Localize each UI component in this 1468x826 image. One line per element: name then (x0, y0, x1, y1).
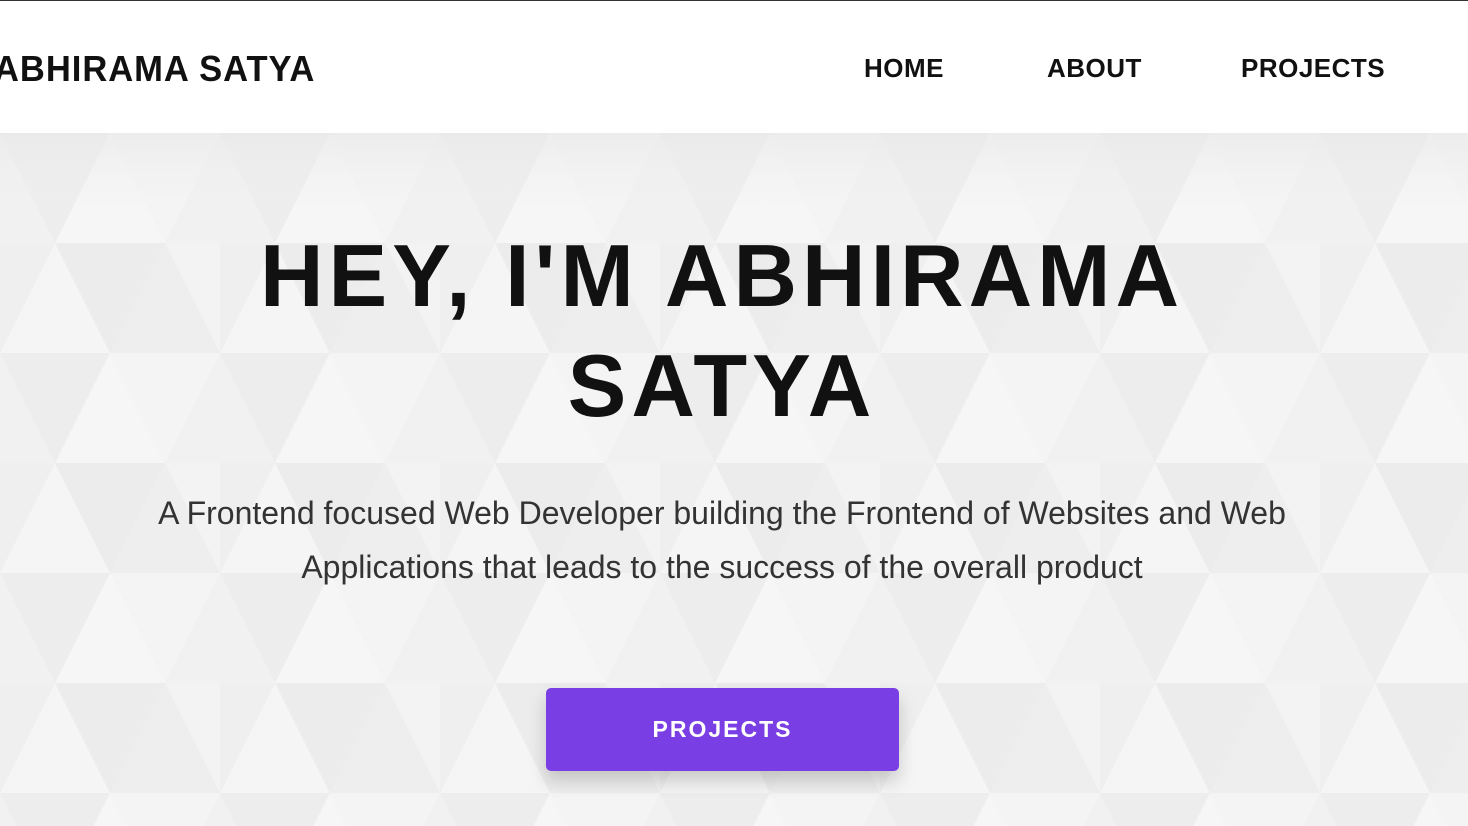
hero-description-line-1: A Frontend focused Web Developer buildin… (158, 495, 1286, 531)
nav-home-link[interactable]: HOME (864, 53, 944, 84)
site-header: ABHIRAMA SATYA HOME ABOUT PROJECTS (0, 0, 1468, 133)
hero-section: HEY, I'M ABHIRAMA SATYA A Frontend focus… (0, 133, 1468, 826)
hero-description: A Frontend focused Web Developer buildin… (120, 486, 1324, 594)
hero-heading-line-2: SATYA (567, 336, 877, 435)
projects-cta-button[interactable]: PROJECTS (546, 688, 899, 771)
hero-heading: HEY, I'M ABHIRAMA SATYA (0, 221, 1444, 441)
nav-about-link[interactable]: ABOUT (1047, 53, 1142, 84)
nav-projects-link[interactable]: PROJECTS (1241, 53, 1385, 84)
page: ABHIRAMA SATYA HOME ABOUT PROJECTS HEY, … (0, 0, 1468, 826)
hero-heading-line-1: HEY, I'M ABHIRAMA (259, 226, 1184, 325)
main-nav: HOME ABOUT PROJECTS (0, 53, 1468, 85)
hero-description-line-2: Applications that leads to the success o… (301, 549, 1143, 585)
